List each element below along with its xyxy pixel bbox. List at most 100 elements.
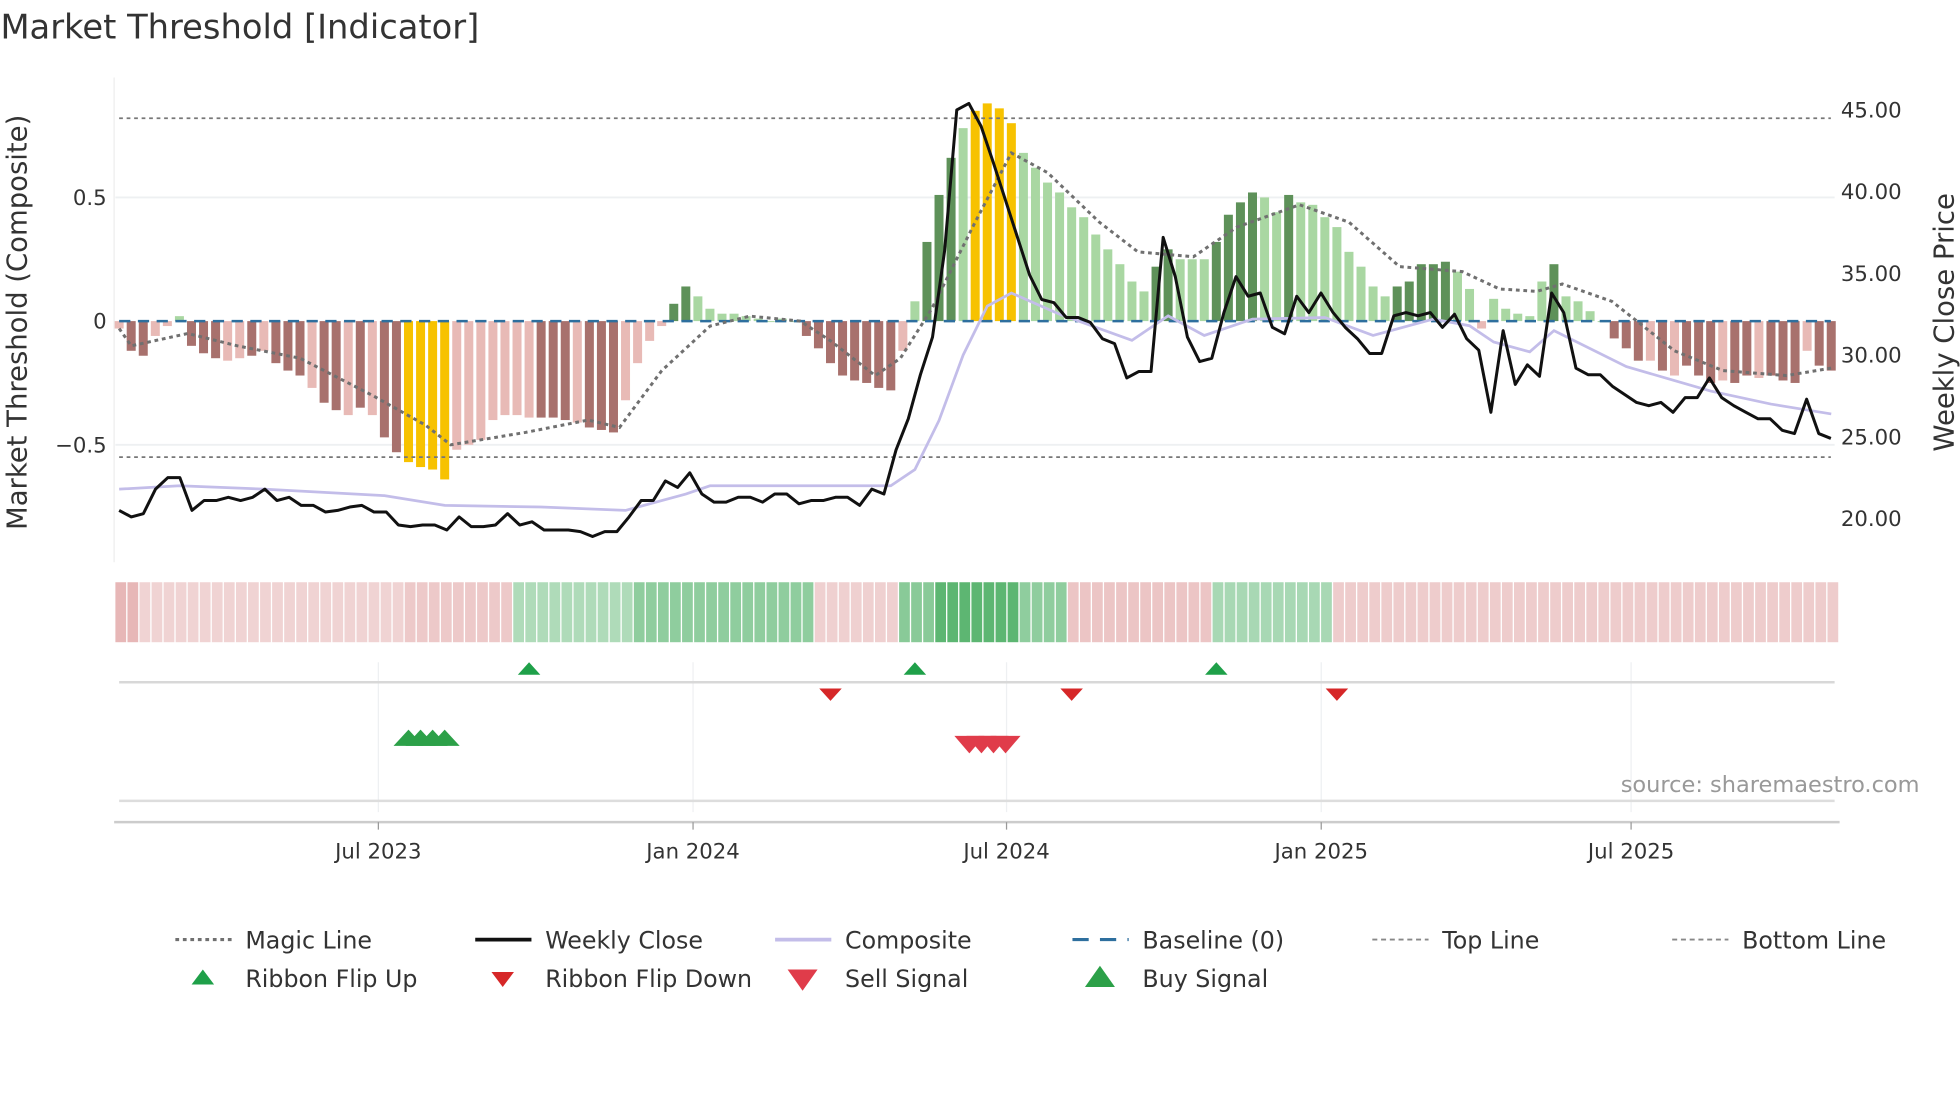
composite-bar bbox=[235, 321, 245, 359]
composite-bar bbox=[1055, 192, 1065, 322]
legend-triangle-up-icon bbox=[191, 969, 215, 985]
ribbon-cell bbox=[995, 582, 1007, 643]
ribbon-cell bbox=[272, 582, 283, 643]
composite-bar bbox=[247, 321, 257, 356]
legend-label: Weekly Close bbox=[545, 926, 703, 954]
composite-bar bbox=[1826, 321, 1836, 371]
ribbon-cell bbox=[609, 582, 621, 643]
composite-bar bbox=[1621, 321, 1631, 349]
legend-label: Bottom Line bbox=[1742, 926, 1886, 954]
ribbon-cell bbox=[465, 582, 476, 643]
ribbon-cell bbox=[1031, 582, 1043, 643]
signal-markers bbox=[393, 662, 1349, 754]
ribbon-cell bbox=[477, 582, 488, 643]
ribbon-flip-up-marker bbox=[903, 662, 927, 675]
ribbon-cell bbox=[392, 582, 404, 643]
ribbon-cell bbox=[1731, 582, 1742, 643]
ribbon-cell bbox=[1176, 582, 1188, 643]
ribbon-cell bbox=[1574, 582, 1586, 643]
ribbon-cell bbox=[959, 582, 971, 643]
composite-bar bbox=[343, 321, 353, 416]
x-tick-label: Jul 2023 bbox=[333, 839, 421, 864]
composite-bar bbox=[621, 321, 631, 401]
ribbon-flip-up-marker bbox=[517, 662, 541, 675]
ribbon-cell bbox=[1718, 582, 1730, 643]
legend-label: Ribbon Flip Up bbox=[245, 965, 417, 993]
composite-bar bbox=[1030, 167, 1040, 322]
ribbon-cell bbox=[380, 582, 392, 643]
composite-bar bbox=[633, 321, 643, 364]
ribbon-cell bbox=[513, 582, 525, 643]
composite-bar bbox=[1067, 207, 1077, 322]
ribbon-cell bbox=[115, 582, 127, 643]
ribbon-cell bbox=[1309, 582, 1320, 643]
ribbon-cell bbox=[947, 582, 959, 643]
ribbon-cell bbox=[561, 582, 573, 643]
composite-bar bbox=[307, 321, 317, 388]
ribbon-cell bbox=[899, 582, 910, 643]
composite-bar bbox=[608, 321, 618, 433]
ribbon-cell bbox=[428, 582, 440, 643]
ribbon-cell bbox=[223, 582, 235, 643]
y-axis-label-right: Weekly Close Price bbox=[1928, 193, 1960, 451]
ribbon-cell bbox=[1670, 582, 1682, 643]
ribbon-cell bbox=[1755, 582, 1766, 643]
legend-swatch-flipup bbox=[191, 969, 215, 985]
ribbon-cell bbox=[1212, 582, 1224, 643]
composite-bar bbox=[295, 321, 305, 376]
composite-bar bbox=[428, 321, 438, 470]
ribbon-cell bbox=[1405, 582, 1417, 643]
composite-bar bbox=[910, 301, 920, 322]
ribbon-cell bbox=[790, 582, 802, 643]
ribbon-cell bbox=[260, 582, 271, 643]
legend-triangle-down-icon bbox=[491, 972, 514, 988]
ribbon-cell bbox=[1815, 582, 1827, 643]
legend-swatch-flipdown bbox=[491, 972, 514, 988]
ribbon-cell bbox=[1369, 582, 1381, 643]
composite-bar bbox=[1465, 288, 1475, 322]
ribbon-cell bbox=[874, 582, 886, 643]
legend-label: Baseline (0) bbox=[1142, 926, 1284, 954]
ribbon-cell bbox=[923, 582, 934, 643]
composite-bar bbox=[524, 321, 534, 418]
ribbon-cell bbox=[1465, 582, 1477, 643]
composite-bar bbox=[1115, 264, 1125, 322]
ribbon-cell bbox=[706, 582, 717, 643]
ribbon-cell bbox=[235, 582, 247, 643]
ribbon-cell bbox=[1260, 582, 1272, 643]
composite-bar bbox=[1356, 266, 1366, 322]
ribbon-cell bbox=[983, 582, 995, 643]
legend-swatch-sell bbox=[787, 969, 818, 991]
x-tick-label: Jan 2024 bbox=[644, 839, 740, 864]
ribbon-cell bbox=[754, 582, 766, 643]
composite-bar bbox=[1211, 241, 1221, 322]
ribbon-flip-down-marker bbox=[1060, 688, 1083, 701]
ribbon-cell bbox=[1441, 582, 1453, 643]
composite-bar bbox=[1103, 249, 1113, 322]
ribbon-cell bbox=[211, 582, 223, 643]
composite-bar bbox=[850, 321, 860, 381]
ribbon-cell bbox=[284, 582, 295, 643]
composite-bar bbox=[596, 321, 606, 430]
ribbon-cell bbox=[1200, 582, 1212, 643]
ribbon-cell bbox=[1827, 582, 1839, 643]
composite-bar bbox=[150, 321, 160, 336]
composite-bar bbox=[584, 321, 594, 428]
composite-bar bbox=[1585, 311, 1595, 322]
ribbon-cell bbox=[1236, 582, 1248, 643]
ribbon-cell bbox=[1224, 582, 1236, 643]
ribbon-cell bbox=[1706, 582, 1718, 643]
ribbon-cell bbox=[1501, 582, 1513, 643]
ribbon-cell bbox=[814, 582, 826, 643]
composite-bar bbox=[319, 321, 329, 403]
ribbon-cell bbox=[1140, 582, 1151, 643]
ribbon-cell bbox=[248, 582, 259, 643]
composite-bar bbox=[1380, 296, 1390, 322]
ribbon-cell bbox=[501, 582, 512, 643]
ribbon-cell bbox=[1598, 582, 1610, 643]
composite-bar bbox=[476, 321, 486, 440]
ribbon-flip-down-marker bbox=[1325, 688, 1349, 701]
ribbon-cell bbox=[1646, 582, 1658, 643]
composite-bar bbox=[560, 321, 570, 421]
ribbon-cell bbox=[356, 582, 368, 643]
